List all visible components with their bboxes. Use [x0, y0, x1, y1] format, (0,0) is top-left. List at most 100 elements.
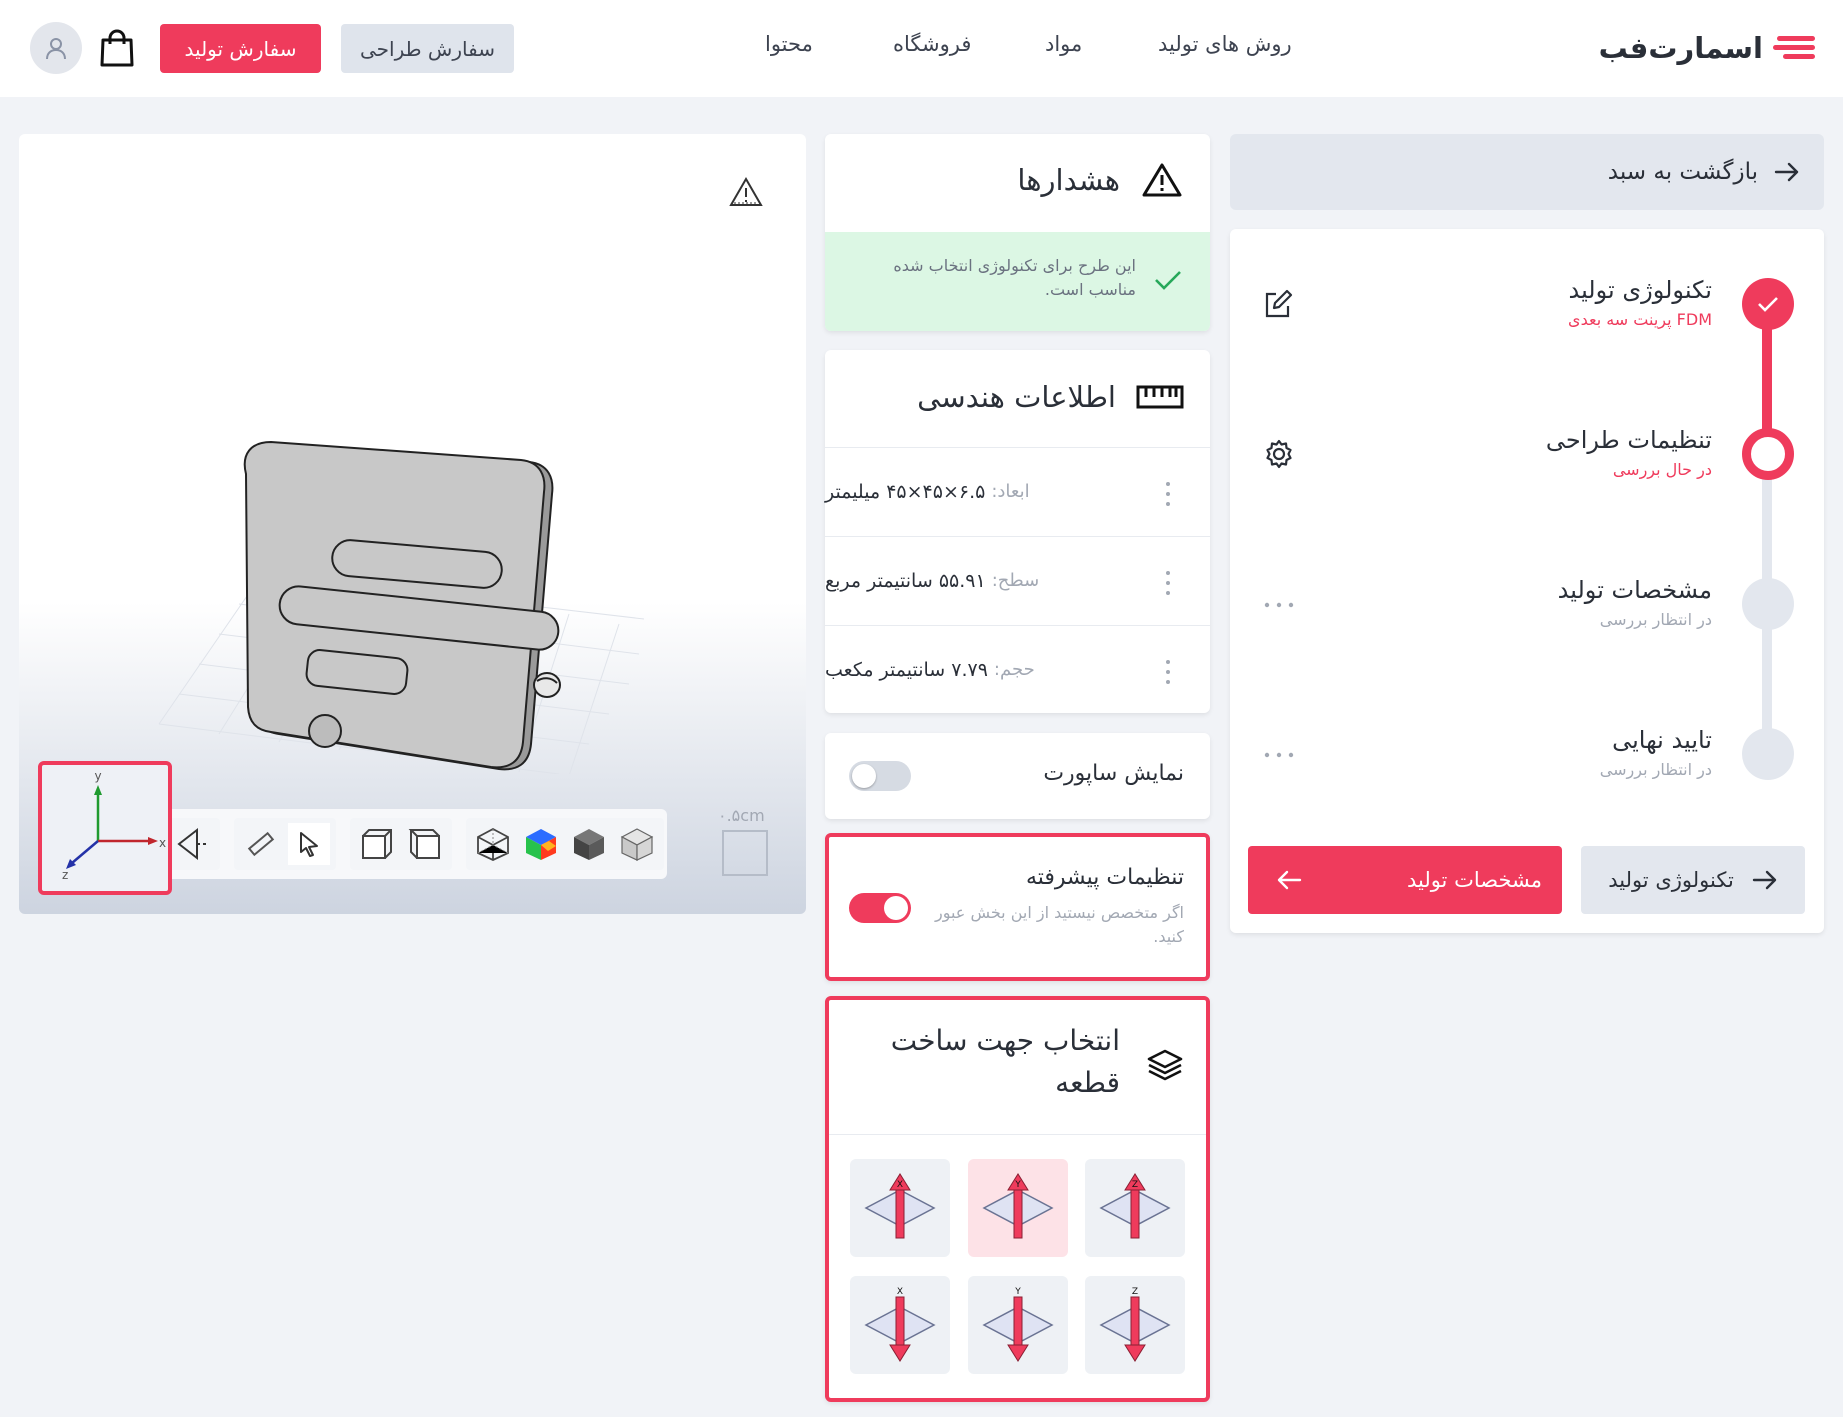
step-2-title: تنظیمات طراحی [1545, 426, 1712, 454]
arrow-down-orientation-icon: Y [982, 1287, 1054, 1362]
drag-dots-icon [1166, 660, 1170, 684]
dimensions-label: ابعاد: [991, 481, 1030, 502]
geometry-row-volume: حجم: ۷.۷۹ سانتیمتر مکعب [825, 625, 1210, 713]
orientation-option-z-down[interactable]: Z [1085, 1276, 1185, 1374]
select-cursor-icon[interactable] [288, 823, 330, 865]
check-icon [1155, 271, 1181, 290]
arrow-up-orientation-icon: X [864, 1173, 936, 1239]
side-view-icon[interactable] [404, 823, 446, 865]
heatmap-cube-icon[interactable] [520, 823, 562, 865]
arrow-up-orientation-icon: Z [1099, 1173, 1171, 1239]
step-4-subtitle: در انتظار بررسی [1599, 760, 1712, 779]
axis-z-label: z [62, 868, 68, 882]
3d-model-preview[interactable] [139, 314, 659, 774]
step-3-subtitle: در انتظار بررسی [1599, 610, 1712, 629]
toolbar-group-tools [234, 818, 336, 870]
step-1-title: تکنولوژی تولید [1568, 276, 1712, 304]
support-toggle[interactable] [849, 761, 911, 791]
drag-dots-icon [1166, 482, 1170, 506]
edit-icon[interactable] [1262, 288, 1294, 324]
step-3-title: مشخصات تولید [1557, 576, 1712, 604]
advanced-settings-card: تنظیمات پیشرفته اگر متخصص نیستید از این … [825, 833, 1210, 981]
volume-value: ۷.۷۹ سانتیمتر مکعب [825, 658, 988, 681]
axis-y-label: y [94, 769, 101, 783]
svg-text:Z: Z [1132, 1287, 1138, 1297]
user-avatar[interactable] [30, 22, 82, 74]
arrow-down-orientation-icon: X [864, 1287, 936, 1362]
logo[interactable]: اسمارت‌فب [1599, 22, 1817, 74]
scale-label: ۰.۵cm [718, 806, 765, 825]
warnings-title: هشدارها [1017, 163, 1120, 197]
nav-materials[interactable]: مواد [1045, 32, 1082, 56]
scale-box [722, 830, 768, 876]
arrow-down-orientation-icon: Z [1099, 1287, 1171, 1362]
step-4[interactable]: تایید نهایی در انتظار بررسی [1452, 726, 1712, 779]
gear-icon[interactable] [1263, 438, 1295, 474]
dimensions-value: ۶.۵×۴۵×۴۵ میلیمتر [825, 480, 986, 503]
wireframe-cube-icon[interactable] [472, 823, 514, 865]
arrow-right-icon [1774, 162, 1799, 182]
next-step-label: مشخصات تولید [1406, 868, 1542, 892]
orientation-title: انتخاب جهت ساخت قطعه [890, 1024, 1120, 1099]
arrow-right-icon [1752, 870, 1776, 890]
viewer-toolbar [156, 809, 667, 879]
check-icon [1758, 297, 1778, 312]
step-3[interactable]: مشخصات تولید در انتظار بررسی [1452, 576, 1712, 629]
drag-dots-icon [1166, 571, 1170, 595]
axis-triad-icon: y x z [62, 769, 166, 882]
solid-light-cube-icon[interactable] [616, 823, 658, 865]
arrow-up-orientation-icon: Y [982, 1173, 1054, 1239]
step-3-indicator [1742, 578, 1794, 630]
step-1-indicator [1742, 278, 1794, 330]
nav-content[interactable]: محتوا [765, 32, 813, 56]
shopping-bag-icon[interactable] [99, 28, 135, 68]
orientation-option-x-down[interactable]: X [850, 1276, 950, 1374]
back-to-cart-button[interactable]: بازگشت به سبد [1230, 134, 1824, 210]
step-1-subtitle: پرینت سه بعدی FDM [1568, 310, 1712, 329]
nav-shop[interactable]: فروشگاه [893, 32, 971, 56]
layers-icon [1147, 1049, 1183, 1081]
svg-text:Y: Y [1014, 1180, 1021, 1190]
solid-dark-cube-icon[interactable] [568, 823, 610, 865]
more-dots-icon[interactable] [1262, 596, 1296, 615]
orientation-option-x-up[interactable]: X [850, 1159, 950, 1257]
svg-text:Y: Y [1014, 1287, 1021, 1297]
nav-production-methods[interactable]: روش های تولید [1158, 32, 1292, 56]
support-label: نمایش ساپورت [1043, 761, 1184, 786]
step-4-indicator [1742, 728, 1794, 780]
warning-triangle-icon [1142, 163, 1182, 197]
next-step-button[interactable]: مشخصات تولید [1248, 846, 1562, 914]
step-2-subtitle: در حال بررسی [1612, 460, 1712, 479]
user-icon [46, 38, 66, 60]
ruler-measure-icon[interactable] [240, 823, 282, 865]
geometry-title: اطلاعات هندسی [917, 380, 1116, 414]
front-view-icon[interactable] [356, 823, 398, 865]
svg-text:X: X [897, 1287, 903, 1297]
orientation-option-z-up[interactable]: Z [1085, 1159, 1185, 1257]
step-1[interactable]: تکنولوژی تولید پرینت سه بعدی FDM [1452, 276, 1712, 329]
arrow-left-icon [1277, 870, 1302, 890]
more-dots-icon[interactable] [1262, 746, 1296, 765]
model-viewer[interactable]: ۰.۵cm y x z [19, 134, 806, 914]
warning-outline-icon[interactable] [729, 176, 763, 208]
step-2-indicator [1742, 428, 1794, 480]
step-2[interactable]: تنظیمات طراحی در حال بررسی [1452, 426, 1712, 479]
hole-icon [533, 672, 561, 698]
design-order-button[interactable]: سفارش طراحی [341, 24, 514, 73]
back-to-cart-label: بازگشت به سبد [1607, 159, 1758, 185]
logo-mark-icon [1773, 36, 1815, 59]
advanced-title: تنظیمات پیشرفته [1025, 865, 1184, 890]
prev-step-button[interactable]: تکنولوژی تولید [1581, 846, 1805, 914]
advanced-toggle[interactable] [849, 893, 911, 923]
warnings-card: هشدارها این طرح برای تکنولوژی انتخاب شده… [825, 134, 1210, 331]
production-order-button[interactable]: سفارش تولید [160, 24, 321, 73]
advanced-hint: اگر متخصص نیستید از این بخش عبور کنید. [934, 903, 1184, 946]
toolbar-group-render [466, 818, 664, 870]
success-message: این طرح برای تکنولوژی انتخاب شده مناسب ا… [893, 256, 1136, 299]
axis-gizmo[interactable]: y x z [38, 761, 172, 895]
volume-label: حجم: [993, 659, 1035, 680]
orientation-option-y-down[interactable]: Y [968, 1276, 1068, 1374]
perspective-camera-icon[interactable] [172, 823, 214, 865]
orientation-option-y-up[interactable]: Y [968, 1159, 1068, 1257]
toolbar-group-camera [166, 818, 220, 870]
